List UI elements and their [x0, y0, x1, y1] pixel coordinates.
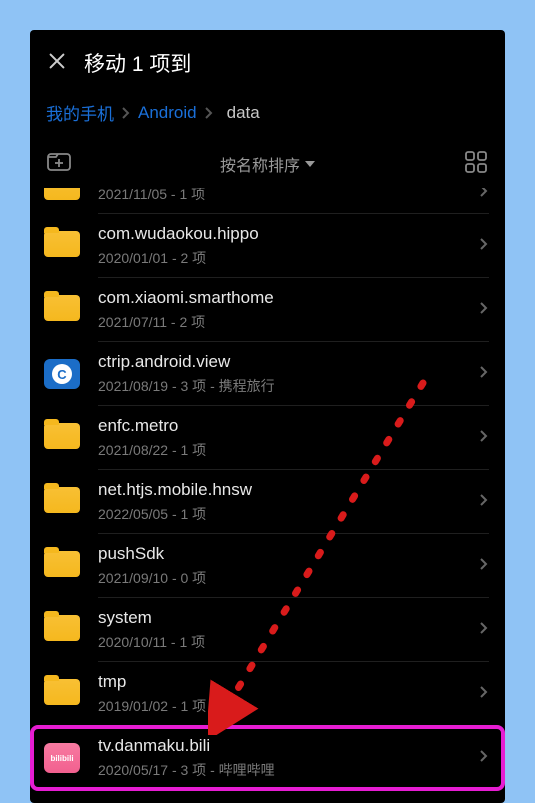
folder-name: com.xiaomi.smarthome — [98, 288, 471, 308]
chevron-right-icon — [121, 106, 131, 120]
sort-button[interactable]: 按名称排序 — [220, 152, 315, 176]
folder-row[interactable]: tmp 2019/01/02 - 1 项 — [30, 662, 505, 726]
chevron-right-icon — [479, 236, 489, 257]
breadcrumb-android[interactable]: Android — [138, 103, 197, 123]
folder-icon — [44, 423, 80, 453]
folder-meta: 2021/08/22 - 1 项 — [98, 440, 471, 460]
close-icon[interactable] — [46, 50, 68, 77]
folder-meta: 2021/07/11 - 2 项 — [98, 312, 471, 332]
chevron-right-icon — [479, 620, 489, 641]
folder-icon — [44, 188, 80, 204]
breadcrumb-current: data — [227, 103, 260, 123]
folder-meta: 2021/08/19 - 3 项 - 携程旅行 — [98, 376, 471, 396]
caret-down-icon — [305, 161, 315, 167]
folder-row[interactable]: com.wudaokou.hippo 2020/01/01 - 2 项 — [30, 214, 505, 278]
folder-icon — [44, 679, 80, 709]
sort-label-text: 按名称排序 — [220, 152, 300, 176]
folder-row[interactable]: com.xiaomi.smarthome 2021/07/11 - 2 项 — [30, 278, 505, 342]
chevron-right-icon — [479, 300, 489, 321]
folder-row-bilibili[interactable]: bilibili tv.danmaku.bili 2020/05/17 - 3 … — [30, 726, 505, 790]
chevron-right-icon — [479, 188, 489, 204]
folder-name: tv.danmaku.bili — [98, 736, 471, 756]
folder-meta: 2019/01/02 - 1 项 — [98, 696, 471, 716]
folder-name: system — [98, 608, 471, 628]
chevron-right-icon — [479, 684, 489, 705]
folder-icon — [44, 551, 80, 581]
header: 移动 1 项到 — [30, 30, 505, 90]
folder-row[interactable]: pushSdk 2021/09/10 - 0 项 — [30, 534, 505, 598]
chevron-right-icon — [479, 748, 489, 769]
folder-name: com.wudaokou.hippo — [98, 224, 471, 244]
folder-icon — [44, 615, 80, 645]
folder-meta: 2021/11/05 - 1 项 — [98, 188, 471, 204]
folder-name: ctrip.android.view — [98, 352, 471, 372]
chevron-right-icon — [479, 364, 489, 385]
breadcrumb-root[interactable]: 我的手机 — [46, 100, 114, 125]
folder-row[interactable]: C ctrip.android.view 2021/08/19 - 3 项 - … — [30, 342, 505, 406]
folder-meta: 2020/10/11 - 1 项 — [98, 632, 471, 652]
folder-name: tmp — [98, 672, 471, 692]
file-manager-screen: 移动 1 项到 我的手机 Android data 按名称排序 — [30, 30, 505, 803]
folder-meta: 2022/05/05 - 1 项 — [98, 504, 471, 524]
folder-icon — [44, 231, 80, 261]
folder-meta: 2020/01/01 - 2 项 — [98, 248, 471, 268]
toolbar: 按名称排序 — [30, 137, 505, 188]
new-folder-icon[interactable] — [46, 149, 72, 178]
folder-meta: 2021/09/10 - 0 项 — [98, 568, 471, 588]
grid-view-icon[interactable] — [463, 149, 489, 178]
folder-name: enfc.metro — [98, 416, 471, 436]
folder-name: pushSdk — [98, 544, 471, 564]
folder-row[interactable]: enfc.metro 2021/08/22 - 1 项 — [30, 406, 505, 470]
folder-row[interactable]: net.htjs.mobile.hnsw 2022/05/05 - 1 项 — [30, 470, 505, 534]
chevron-right-icon — [479, 492, 489, 513]
file-list: 2021/11/05 - 1 项 com.wudaokou.hippo 2020… — [30, 188, 505, 790]
breadcrumb: 我的手机 Android data — [30, 90, 505, 137]
chevron-right-icon — [479, 428, 489, 449]
folder-icon — [44, 295, 80, 325]
folder-meta: 2020/05/17 - 3 项 - 哔哩哔哩 — [98, 760, 471, 780]
app-icon-ctrip: C — [44, 359, 80, 389]
folder-name: net.htjs.mobile.hnsw — [98, 480, 471, 500]
app-icon-bilibili: bilibili — [44, 743, 80, 773]
chevron-right-icon — [204, 106, 214, 120]
folder-row[interactable]: 2021/11/05 - 1 项 — [30, 188, 505, 214]
chevron-right-icon — [479, 556, 489, 577]
page-title: 移动 1 项到 — [84, 48, 191, 78]
folder-row[interactable]: system 2020/10/11 - 1 项 — [30, 598, 505, 662]
folder-icon — [44, 487, 80, 517]
